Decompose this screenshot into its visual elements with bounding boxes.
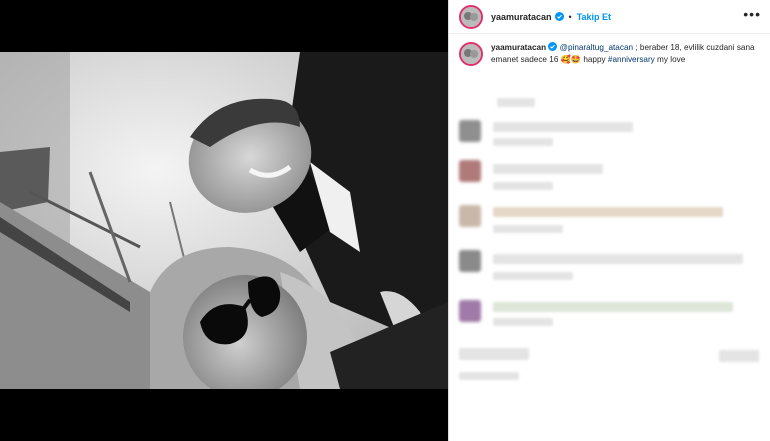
author-avatar[interactable]	[459, 4, 483, 29]
caption-avatar[interactable]	[459, 42, 483, 66]
likes-blurred	[459, 348, 529, 360]
post-caption: yaamuratacan @pinaraltug_atacan ; berabe…	[449, 34, 770, 66]
comment-text-blurred	[493, 302, 733, 312]
comment-avatar-blurred	[459, 160, 481, 182]
verified-badge-icon	[554, 12, 564, 21]
comment-avatar-blurred	[459, 300, 481, 322]
photo-image	[0, 52, 448, 389]
post-sidebar: yaamuratacan • Takip Et ••• yaamuratacan	[448, 0, 770, 441]
action-blurred	[719, 350, 759, 362]
comment-text-blurred	[493, 254, 743, 264]
comment-meta-blurred	[493, 182, 553, 190]
caption-body-3: my love	[654, 55, 686, 64]
caption-mention[interactable]: @pinaraltug_atacan	[560, 43, 633, 52]
caption-avatar-image	[461, 44, 481, 64]
comment-avatar-blurred	[459, 205, 481, 227]
comment-text-blurred	[493, 207, 723, 217]
comment-meta-blurred	[493, 318, 553, 326]
more-options-icon[interactable]: •••	[743, 7, 761, 21]
caption-hashtag[interactable]: #anniversary	[608, 55, 655, 64]
date-blurred	[459, 372, 519, 380]
comment-text-blurred	[493, 122, 633, 132]
avatar-image	[461, 6, 481, 27]
caption-emojis: 🥰🤩	[560, 55, 582, 64]
caption-body-2: happy	[581, 55, 608, 64]
comment-text-blurred	[493, 164, 603, 174]
follow-button[interactable]: Takip Et	[577, 12, 611, 22]
caption-text: yaamuratacan @pinaraltug_atacan ; berabe…	[491, 42, 761, 66]
caption-meta-blurred	[497, 98, 535, 107]
instagram-post-view: yaamuratacan • Takip Et ••• yaamuratacan	[0, 0, 770, 441]
comment-meta-blurred	[493, 138, 553, 146]
caption-verified-icon	[548, 42, 558, 51]
caption-username[interactable]: yaamuratacan	[491, 43, 546, 52]
comment-avatar-blurred	[459, 120, 481, 142]
comment-meta-blurred	[493, 272, 573, 280]
media-panel	[0, 0, 448, 441]
post-photo[interactable]	[0, 52, 448, 389]
separator-dot: •	[568, 11, 572, 22]
comment-meta-blurred	[493, 225, 563, 233]
comment-avatar-blurred	[459, 250, 481, 272]
post-header: yaamuratacan • Takip Et •••	[449, 0, 770, 34]
author-username[interactable]: yaamuratacan	[491, 12, 552, 22]
